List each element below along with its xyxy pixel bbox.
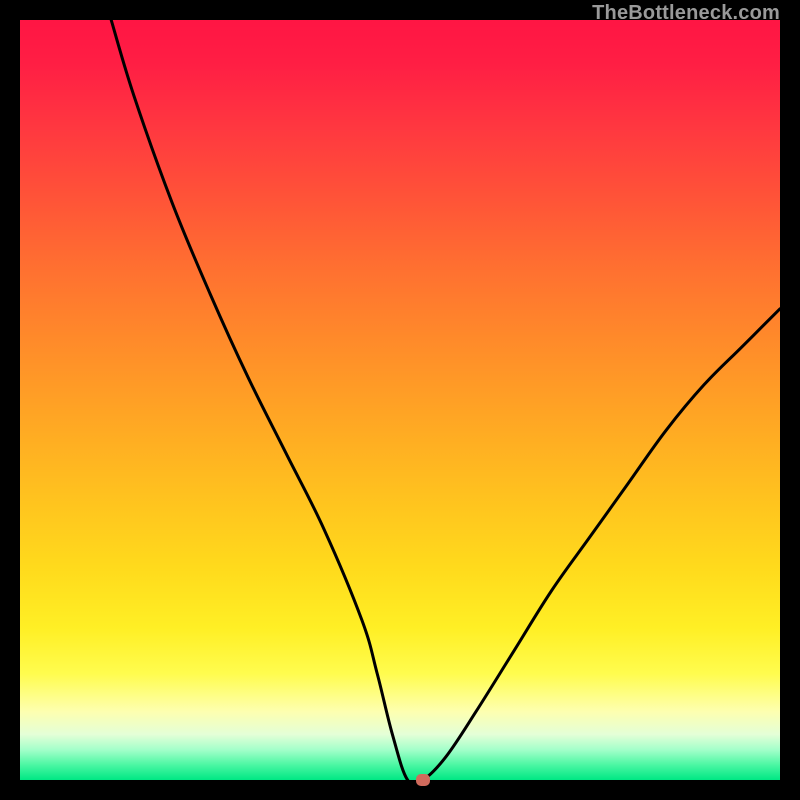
plot-area [20, 20, 780, 780]
line-series [111, 20, 780, 780]
chart-curve [20, 20, 780, 780]
optimum-marker [416, 774, 430, 786]
watermark-text: TheBottleneck.com [592, 2, 780, 25]
